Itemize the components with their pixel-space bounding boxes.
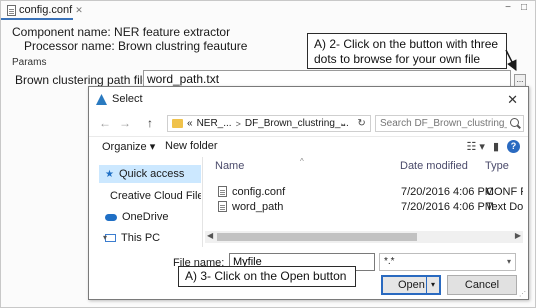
params-label: Params	[12, 57, 47, 68]
pane-divider[interactable]	[202, 157, 203, 247]
sidebar-item-creative-cloud[interactable]: Creative Cloud File	[99, 187, 201, 205]
tab-title: config.conf	[19, 4, 73, 16]
scrollbar-thumb[interactable]	[217, 233, 417, 241]
column-date-modified[interactable]: Date modified	[400, 160, 468, 172]
close-icon[interactable]: ✕	[75, 5, 83, 16]
view-options-icon[interactable]: ☷ ▾	[466, 140, 484, 153]
open-button[interactable]: Open ▾	[381, 275, 441, 295]
address-part-1[interactable]: NER_...	[197, 118, 232, 129]
chevron-down-icon[interactable]: ⌄	[339, 118, 347, 129]
new-folder-button[interactable]: New folder	[165, 140, 218, 152]
callout-open: A) 3- Click on the Open button	[178, 266, 356, 287]
sidebar-item-quick-access[interactable]: ★ Quick access	[99, 165, 201, 183]
forward-arrow-icon[interactable]: →	[119, 116, 131, 130]
address-part-2[interactable]: DF_Brown_clustring_...	[245, 118, 349, 129]
navigation-bar: ← → ↑ « NER_... > DF_Brown_clustring_...…	[89, 111, 528, 135]
file-row-word-path[interactable]: word_path 7/20/2016 4:06 PM Text Docum	[205, 200, 523, 215]
dialog-title: Select	[112, 93, 143, 105]
dialog-toolbar: Organize ▾ New folder ☷ ▾ ▮ ?	[89, 136, 528, 156]
star-icon: ★	[105, 168, 114, 180]
scroll-right-icon[interactable]: ▶	[515, 231, 521, 240]
refresh-icon[interactable]: ↻	[357, 118, 365, 129]
address-buttons: ⌄ ↻	[339, 115, 366, 132]
maximize-icon[interactable]: □	[521, 2, 527, 13]
column-type[interactable]: Type	[485, 160, 509, 172]
file-type-select[interactable]: *.* ▾	[379, 253, 516, 271]
resize-grip-icon[interactable]: ⋰	[519, 290, 526, 298]
sidebar-item-this-pc[interactable]: This PC	[99, 229, 201, 245]
file-list: ^ Name Date modified Type config.conf 7/…	[205, 157, 523, 235]
component-name: Component name: NER feature extractor	[12, 25, 231, 39]
sort-chevron-icon: ^	[300, 157, 304, 166]
file-icon	[218, 186, 227, 197]
cloud-icon	[105, 213, 117, 221]
tab-config-conf[interactable]: config.conf ✕	[3, 2, 87, 18]
file-icon	[7, 4, 16, 16]
scroll-down-icon[interactable]: ▾	[103, 233, 107, 242]
folder-icon	[172, 119, 183, 128]
callout-browse: A) 2- Click on the button with three dot…	[307, 33, 507, 69]
cancel-button[interactable]: Cancel	[447, 275, 517, 295]
view-controls: ☷ ▾ ▮ ?	[466, 140, 520, 153]
column-name[interactable]: Name	[215, 160, 244, 172]
minimize-icon[interactable]: −	[505, 2, 511, 13]
address-prefix: «	[187, 118, 193, 129]
path-label: Brown clustering path file	[15, 73, 150, 87]
chevron-down-icon: ▾	[506, 257, 511, 266]
horizontal-scrollbar[interactable]: ◀ ▶	[205, 231, 523, 243]
window-controls: − □	[505, 2, 527, 13]
search-icon	[510, 118, 519, 127]
back-arrow-icon[interactable]: ←	[99, 116, 111, 130]
up-arrow-icon[interactable]: ↑	[147, 116, 153, 130]
close-icon[interactable]: ✕	[507, 92, 518, 108]
dialog-title-bar: Select ✕	[89, 87, 528, 111]
file-row-config-conf[interactable]: config.conf 7/20/2016 4:06 PM CONF File	[205, 185, 523, 200]
sidebar-item-onedrive[interactable]: OneDrive	[99, 208, 201, 226]
search-input[interactable]	[375, 115, 524, 132]
preview-pane-icon[interactable]: ▮	[493, 140, 499, 153]
text-file-icon	[218, 201, 227, 212]
open-dropdown-icon[interactable]: ▾	[426, 277, 439, 293]
app-icon	[96, 93, 107, 105]
organize-button[interactable]: Organize ▾	[102, 140, 155, 153]
scroll-left-icon[interactable]: ◀	[207, 231, 213, 240]
active-tab-indicator	[1, 18, 73, 20]
navigation-pane: ★ Quick access Creative Cloud File OneDr…	[99, 157, 201, 245]
processor-name: Processor name: Brown clustring feauture	[24, 39, 248, 53]
help-icon[interactable]: ?	[507, 140, 520, 153]
address-separator: >	[235, 118, 241, 129]
